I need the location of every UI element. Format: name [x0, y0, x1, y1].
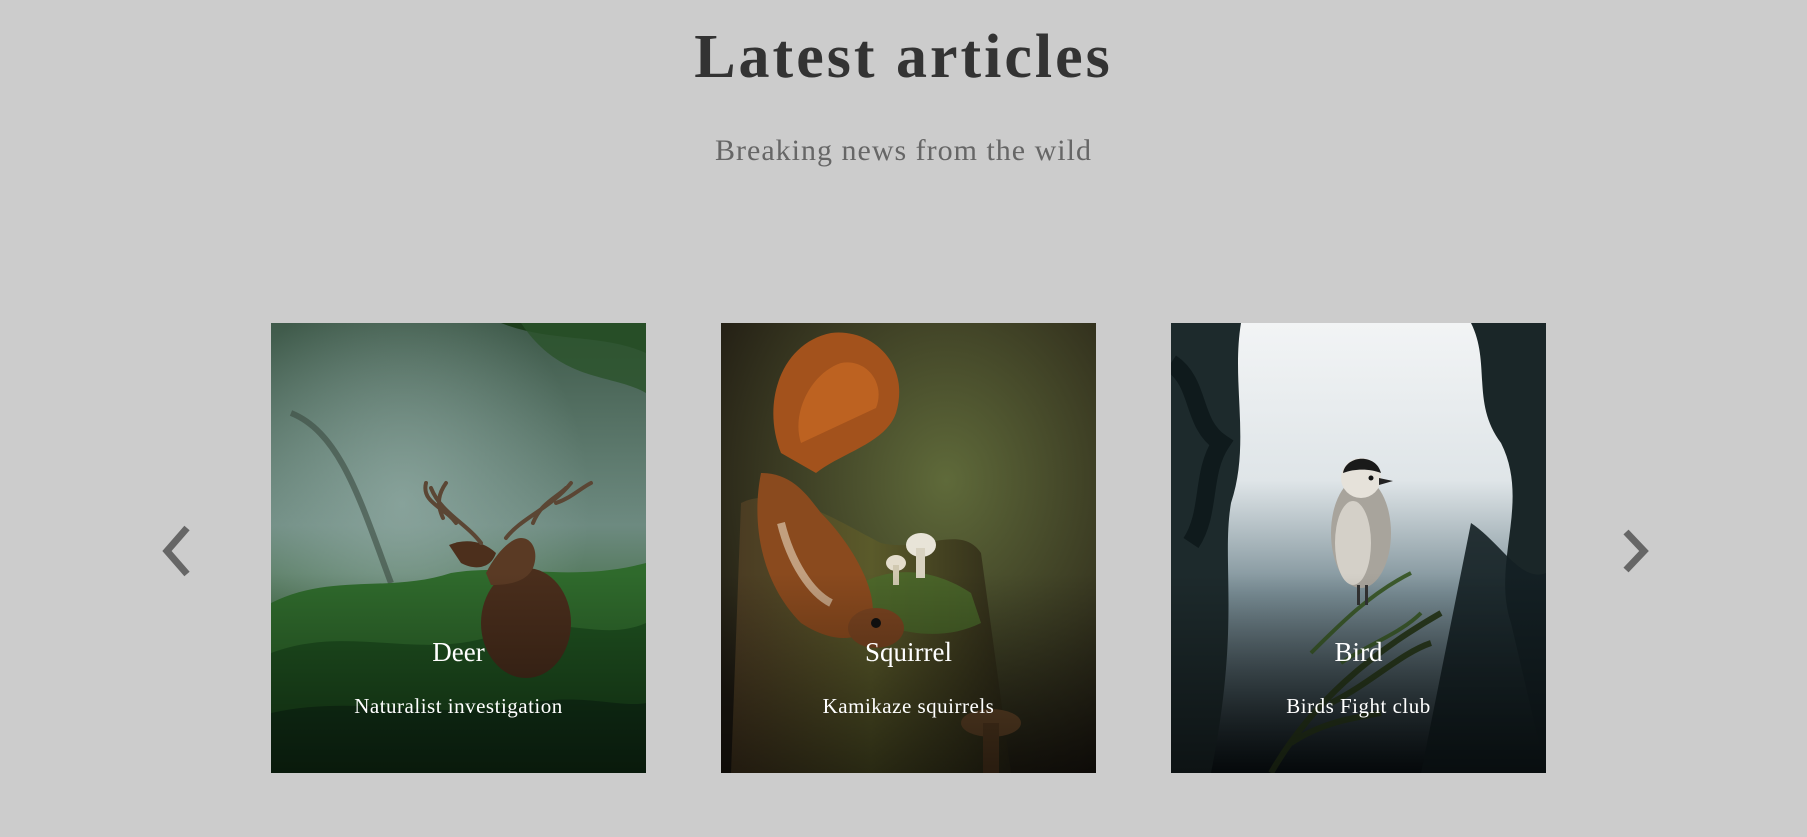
article-card-bird[interactable]: Bird Birds Fight club [1171, 323, 1546, 773]
card-overlay [1171, 573, 1546, 773]
carousel-next-button[interactable] [1614, 524, 1660, 578]
card-title: Bird [1334, 637, 1383, 667]
article-card-deer[interactable]: Deer Naturalist investigation [271, 323, 646, 773]
card-title: Deer [432, 637, 485, 667]
card-caption: Kamikaze squirrels [822, 694, 995, 718]
latest-articles-section: Latest articles Breaking news from the w… [0, 0, 1807, 837]
section-title: Latest articles [694, 23, 1113, 91]
card-title: Squirrel [865, 637, 952, 667]
card-caption: Birds Fight club [1286, 694, 1431, 718]
card-overlay [721, 573, 1096, 773]
chevron-right-icon [1623, 529, 1649, 573]
card-caption: Naturalist investigation [354, 694, 563, 718]
section-subtitle: Breaking news from the wild [715, 134, 1092, 167]
card-overlay [271, 573, 646, 773]
article-card-squirrel[interactable]: Squirrel Kamikaze squirrels [721, 323, 1096, 773]
carousel-prev-button[interactable] [157, 524, 203, 578]
chevron-left-icon [162, 525, 190, 577]
